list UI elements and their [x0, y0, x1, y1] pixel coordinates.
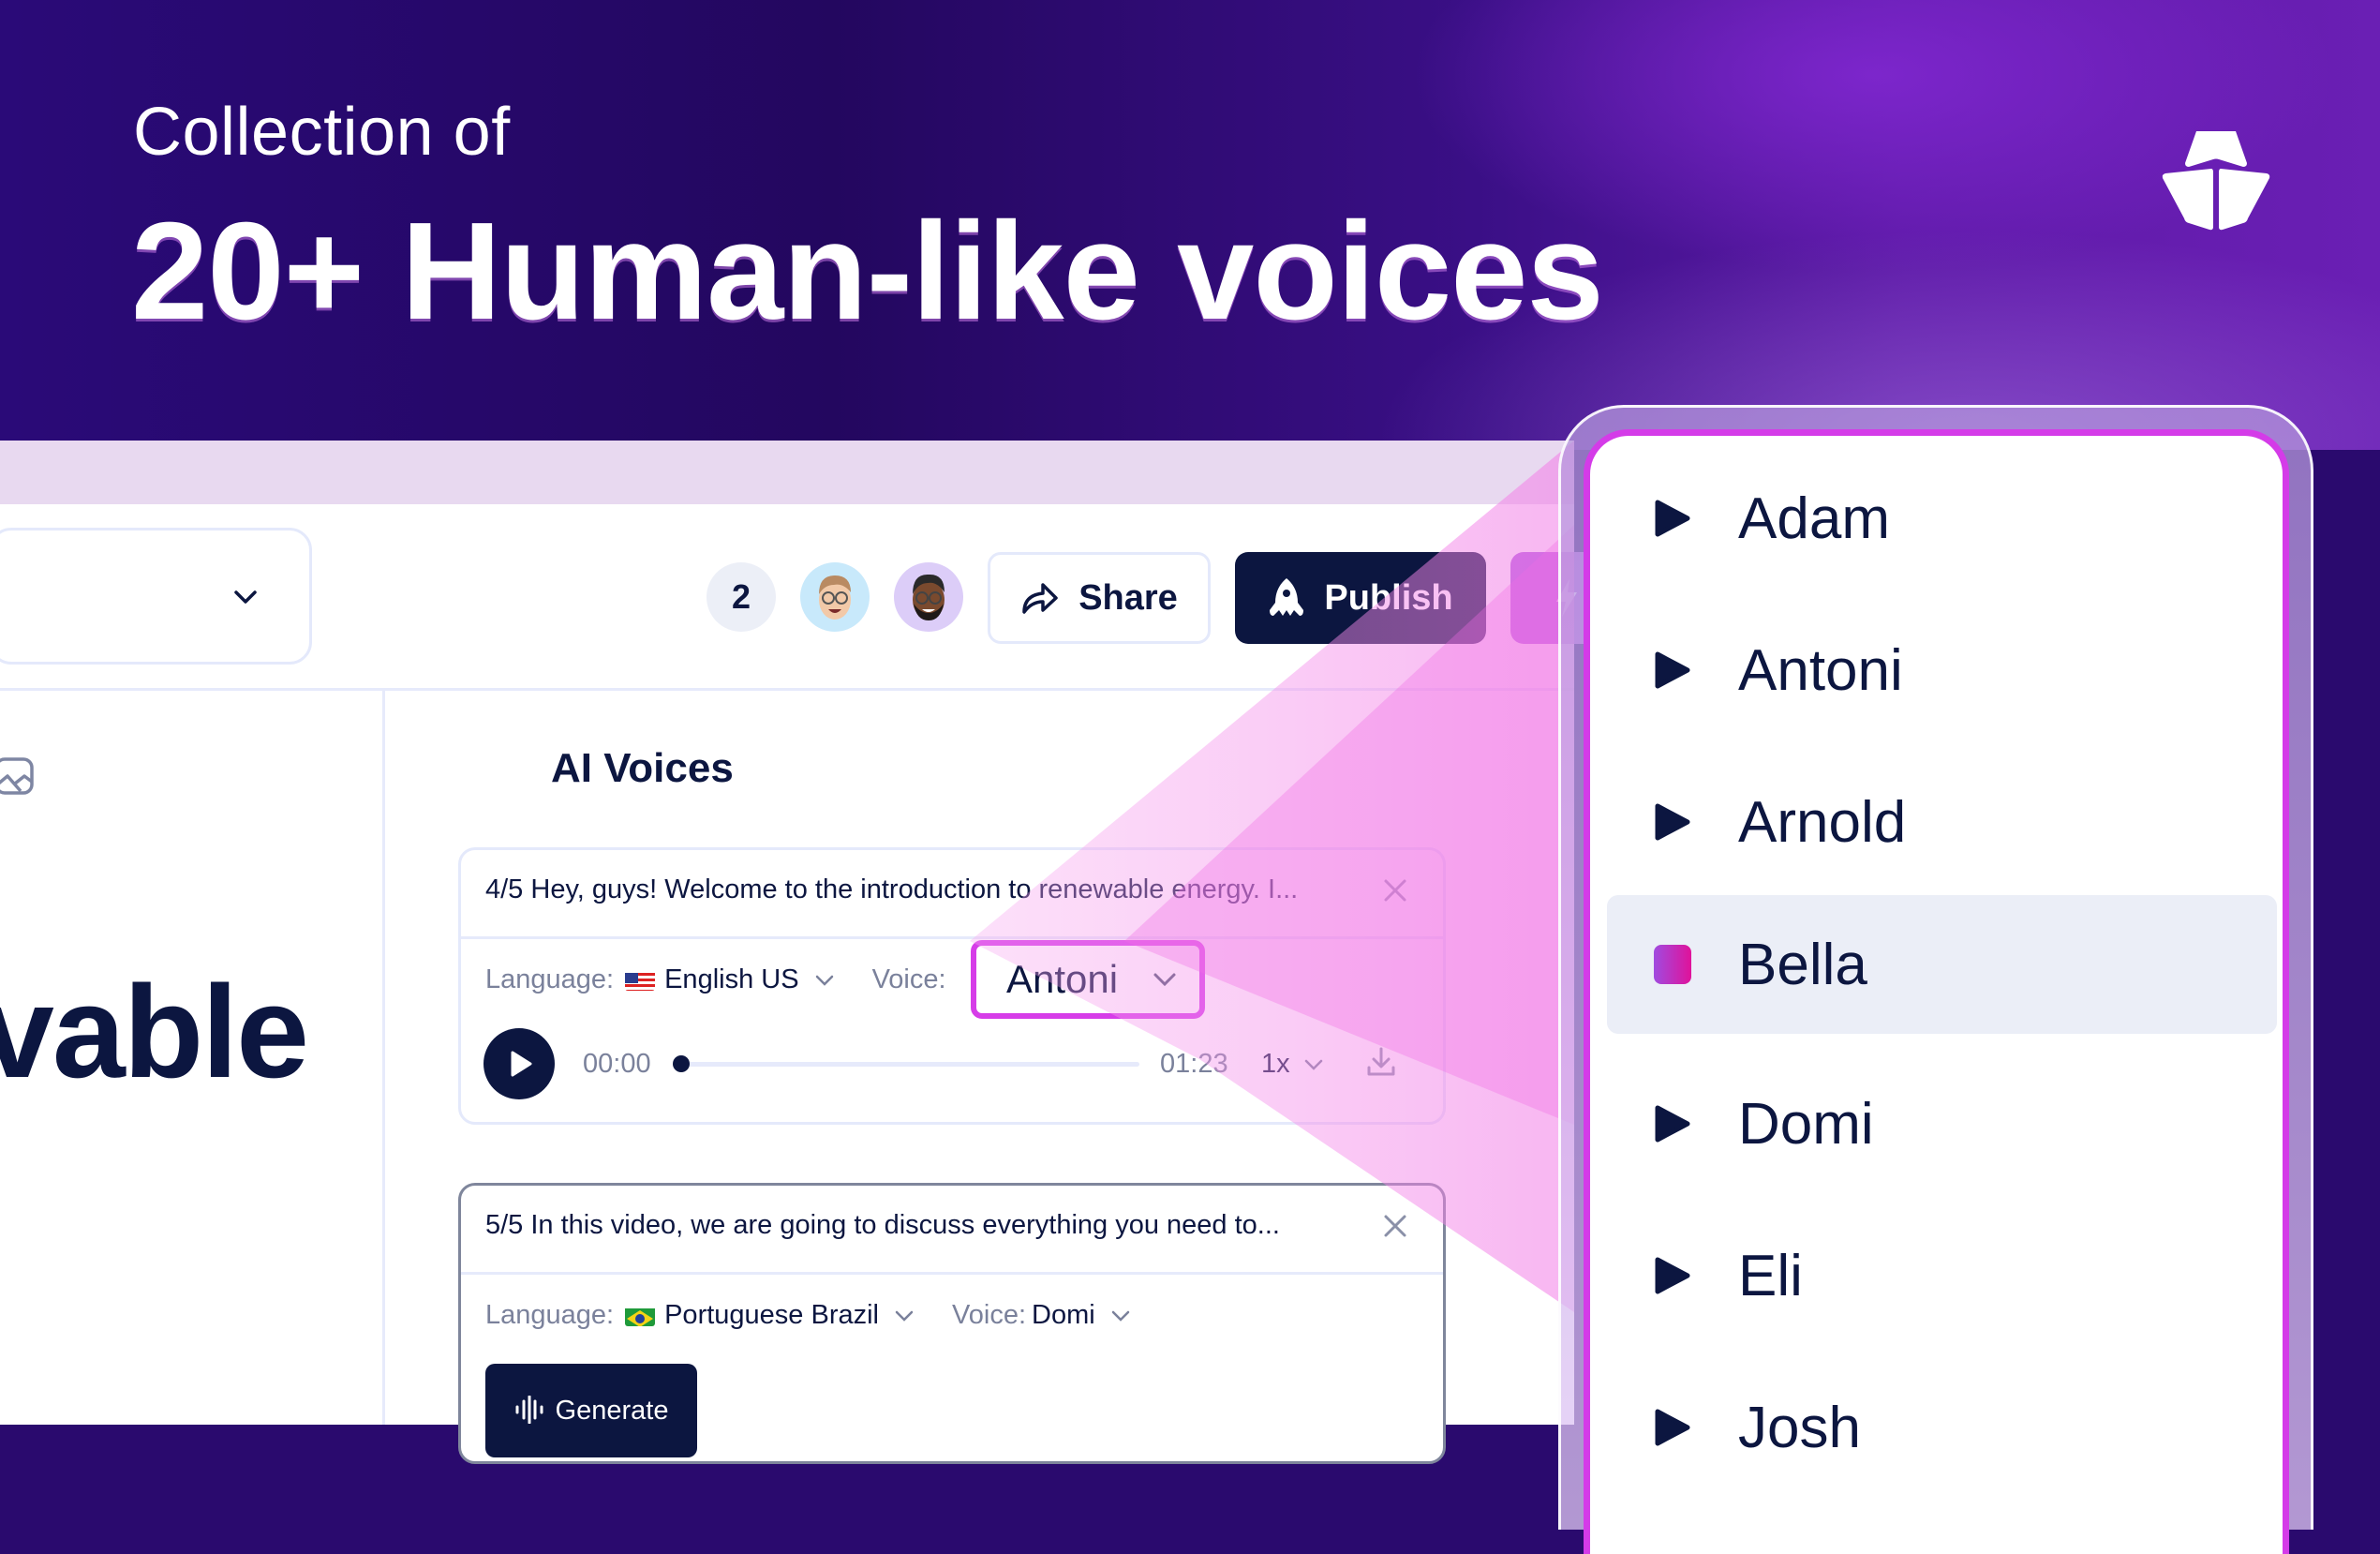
- voice-option-josh[interactable]: Josh: [1607, 1358, 2277, 1497]
- voice-card-settings: Language: English US Voice:: [485, 964, 958, 995]
- hero-subtitle: Collection of: [133, 95, 511, 170]
- brazil-flag-icon: [625, 1306, 656, 1326]
- play-icon[interactable]: [1654, 499, 1691, 538]
- voice-option-name: Antoni: [1738, 637, 1903, 703]
- image-icon[interactable]: [0, 755, 36, 797]
- current-time: 00:00: [583, 1049, 651, 1079]
- publish-button[interactable]: Publish: [1235, 552, 1486, 644]
- avatar-memoji-icon: [819, 575, 851, 620]
- language-label: Language:: [485, 964, 615, 994]
- voice-label: Voice:: [871, 964, 946, 994]
- voice-select[interactable]: Domi: [1032, 1300, 1095, 1331]
- rocket-icon: [1270, 578, 1304, 616]
- close-icon[interactable]: [1381, 876, 1409, 904]
- us-flag-icon: [625, 970, 656, 991]
- share-button[interactable]: Share: [988, 552, 1211, 644]
- voice-card-script-row: 5/5 In this video, we are going to discu…: [461, 1186, 1443, 1275]
- voice-option-adam[interactable]: Adam: [1607, 449, 2277, 588]
- voice-option-name: Domi: [1738, 1091, 1874, 1157]
- voice-label: Voice:: [952, 1300, 1026, 1330]
- project-select[interactable]: [0, 528, 312, 665]
- voice-option-name: Bella: [1738, 932, 1867, 997]
- play-button[interactable]: [483, 1028, 555, 1099]
- voice-select-value: Antoni: [1006, 957, 1119, 1001]
- generate-label: Generate: [555, 1396, 669, 1426]
- collaborator-count-badge[interactable]: 2: [707, 562, 776, 632]
- voice-option-domi[interactable]: Domi: [1607, 1054, 2277, 1193]
- ai-voices-title: AI Voices: [551, 745, 734, 791]
- voice-card: 5/5 In this video, we are going to discu…: [458, 1183, 1446, 1464]
- language-select[interactable]: English US: [664, 964, 798, 995]
- audio-player: 00:00 01:23 1x: [483, 1028, 1421, 1103]
- hero-title: 20+ Human-like voices: [131, 194, 1604, 349]
- chevron-down-icon[interactable]: [894, 1306, 915, 1326]
- generate-button[interactable]: Generate: [485, 1364, 697, 1457]
- avatar[interactable]: [894, 562, 963, 632]
- chevron-down-icon[interactable]: [814, 970, 835, 991]
- play-icon[interactable]: [1654, 1104, 1691, 1143]
- share-arrow-icon: [1022, 583, 1058, 614]
- chevron-down-icon[interactable]: [1110, 1306, 1131, 1326]
- script-text[interactable]: 5/5 In this video, we are going to discu…: [485, 1210, 1280, 1241]
- voice-option-name: Adam: [1738, 486, 1890, 551]
- play-icon[interactable]: [1654, 650, 1691, 690]
- voice-option-bella[interactable]: Bella: [1607, 895, 2277, 1034]
- play-icon: [511, 1051, 532, 1077]
- app-top-band: [0, 441, 1574, 506]
- language-select[interactable]: Portuguese Brazil: [664, 1300, 879, 1331]
- speed-value: 1x: [1261, 1049, 1290, 1079]
- voice-option-name: Arnold: [1738, 789, 1907, 855]
- voice-select-highlighted[interactable]: Antoni: [971, 940, 1205, 1019]
- avatar-memoji-icon: [913, 574, 945, 620]
- chevron-down-icon: [1304, 1059, 1322, 1070]
- voice-card-script-row: 4/5 Hey, guys! Welcome to the introducti…: [461, 850, 1443, 939]
- hero-banner: Collection of 20+ Human-like voices: [0, 0, 2380, 450]
- script-text[interactable]: 4/5 Hey, guys! Welcome to the introducti…: [485, 874, 1298, 905]
- share-label: Share: [1078, 577, 1178, 618]
- voice-dropdown-menu: Adam Antoni Arnold Bella Domi Eli Josh: [1584, 429, 2289, 1554]
- voice-card: 4/5 Hey, guys! Welcome to the introducti…: [458, 847, 1446, 1125]
- play-icon[interactable]: [1654, 802, 1691, 842]
- total-time: 01:23: [1160, 1049, 1228, 1079]
- language-label: Language:: [485, 1300, 615, 1330]
- slide-heading-text[interactable]: vable: [0, 956, 309, 1108]
- stop-icon[interactable]: [1654, 945, 1691, 984]
- sound-wave-icon: [515, 1396, 543, 1424]
- voice-option-arnold[interactable]: Arnold: [1607, 753, 2277, 891]
- voice-option-name: Eli: [1738, 1243, 1803, 1308]
- ai-voices-header: AI Voices: [463, 745, 734, 792]
- chevron-down-icon: [234, 590, 257, 604]
- avatar[interactable]: [800, 562, 870, 632]
- download-icon[interactable]: [1364, 1045, 1398, 1079]
- voice-card-settings: Language: Portuguese Brazil Voice: Domi: [485, 1300, 1168, 1331]
- progress-track[interactable]: [673, 1055, 1139, 1072]
- voice-option-antoni[interactable]: Antoni: [1607, 601, 2277, 740]
- play-icon[interactable]: [1654, 1408, 1691, 1447]
- playback-speed-select[interactable]: 1x: [1261, 1049, 1324, 1080]
- play-icon[interactable]: [1654, 1256, 1691, 1295]
- column-divider: [382, 690, 385, 1425]
- publish-label: Publish: [1324, 577, 1453, 618]
- chevron-down-icon: [1153, 973, 1176, 987]
- toolbar-divider: [0, 688, 1574, 691]
- voice-option-name: Josh: [1738, 1395, 1861, 1460]
- sound-wave-icon: [465, 745, 506, 792]
- close-icon[interactable]: [1381, 1212, 1409, 1240]
- voice-option-eli[interactable]: Eli: [1607, 1206, 2277, 1345]
- progress-knob[interactable]: [673, 1055, 690, 1072]
- ship-bow-logo-icon: [2162, 131, 2270, 231]
